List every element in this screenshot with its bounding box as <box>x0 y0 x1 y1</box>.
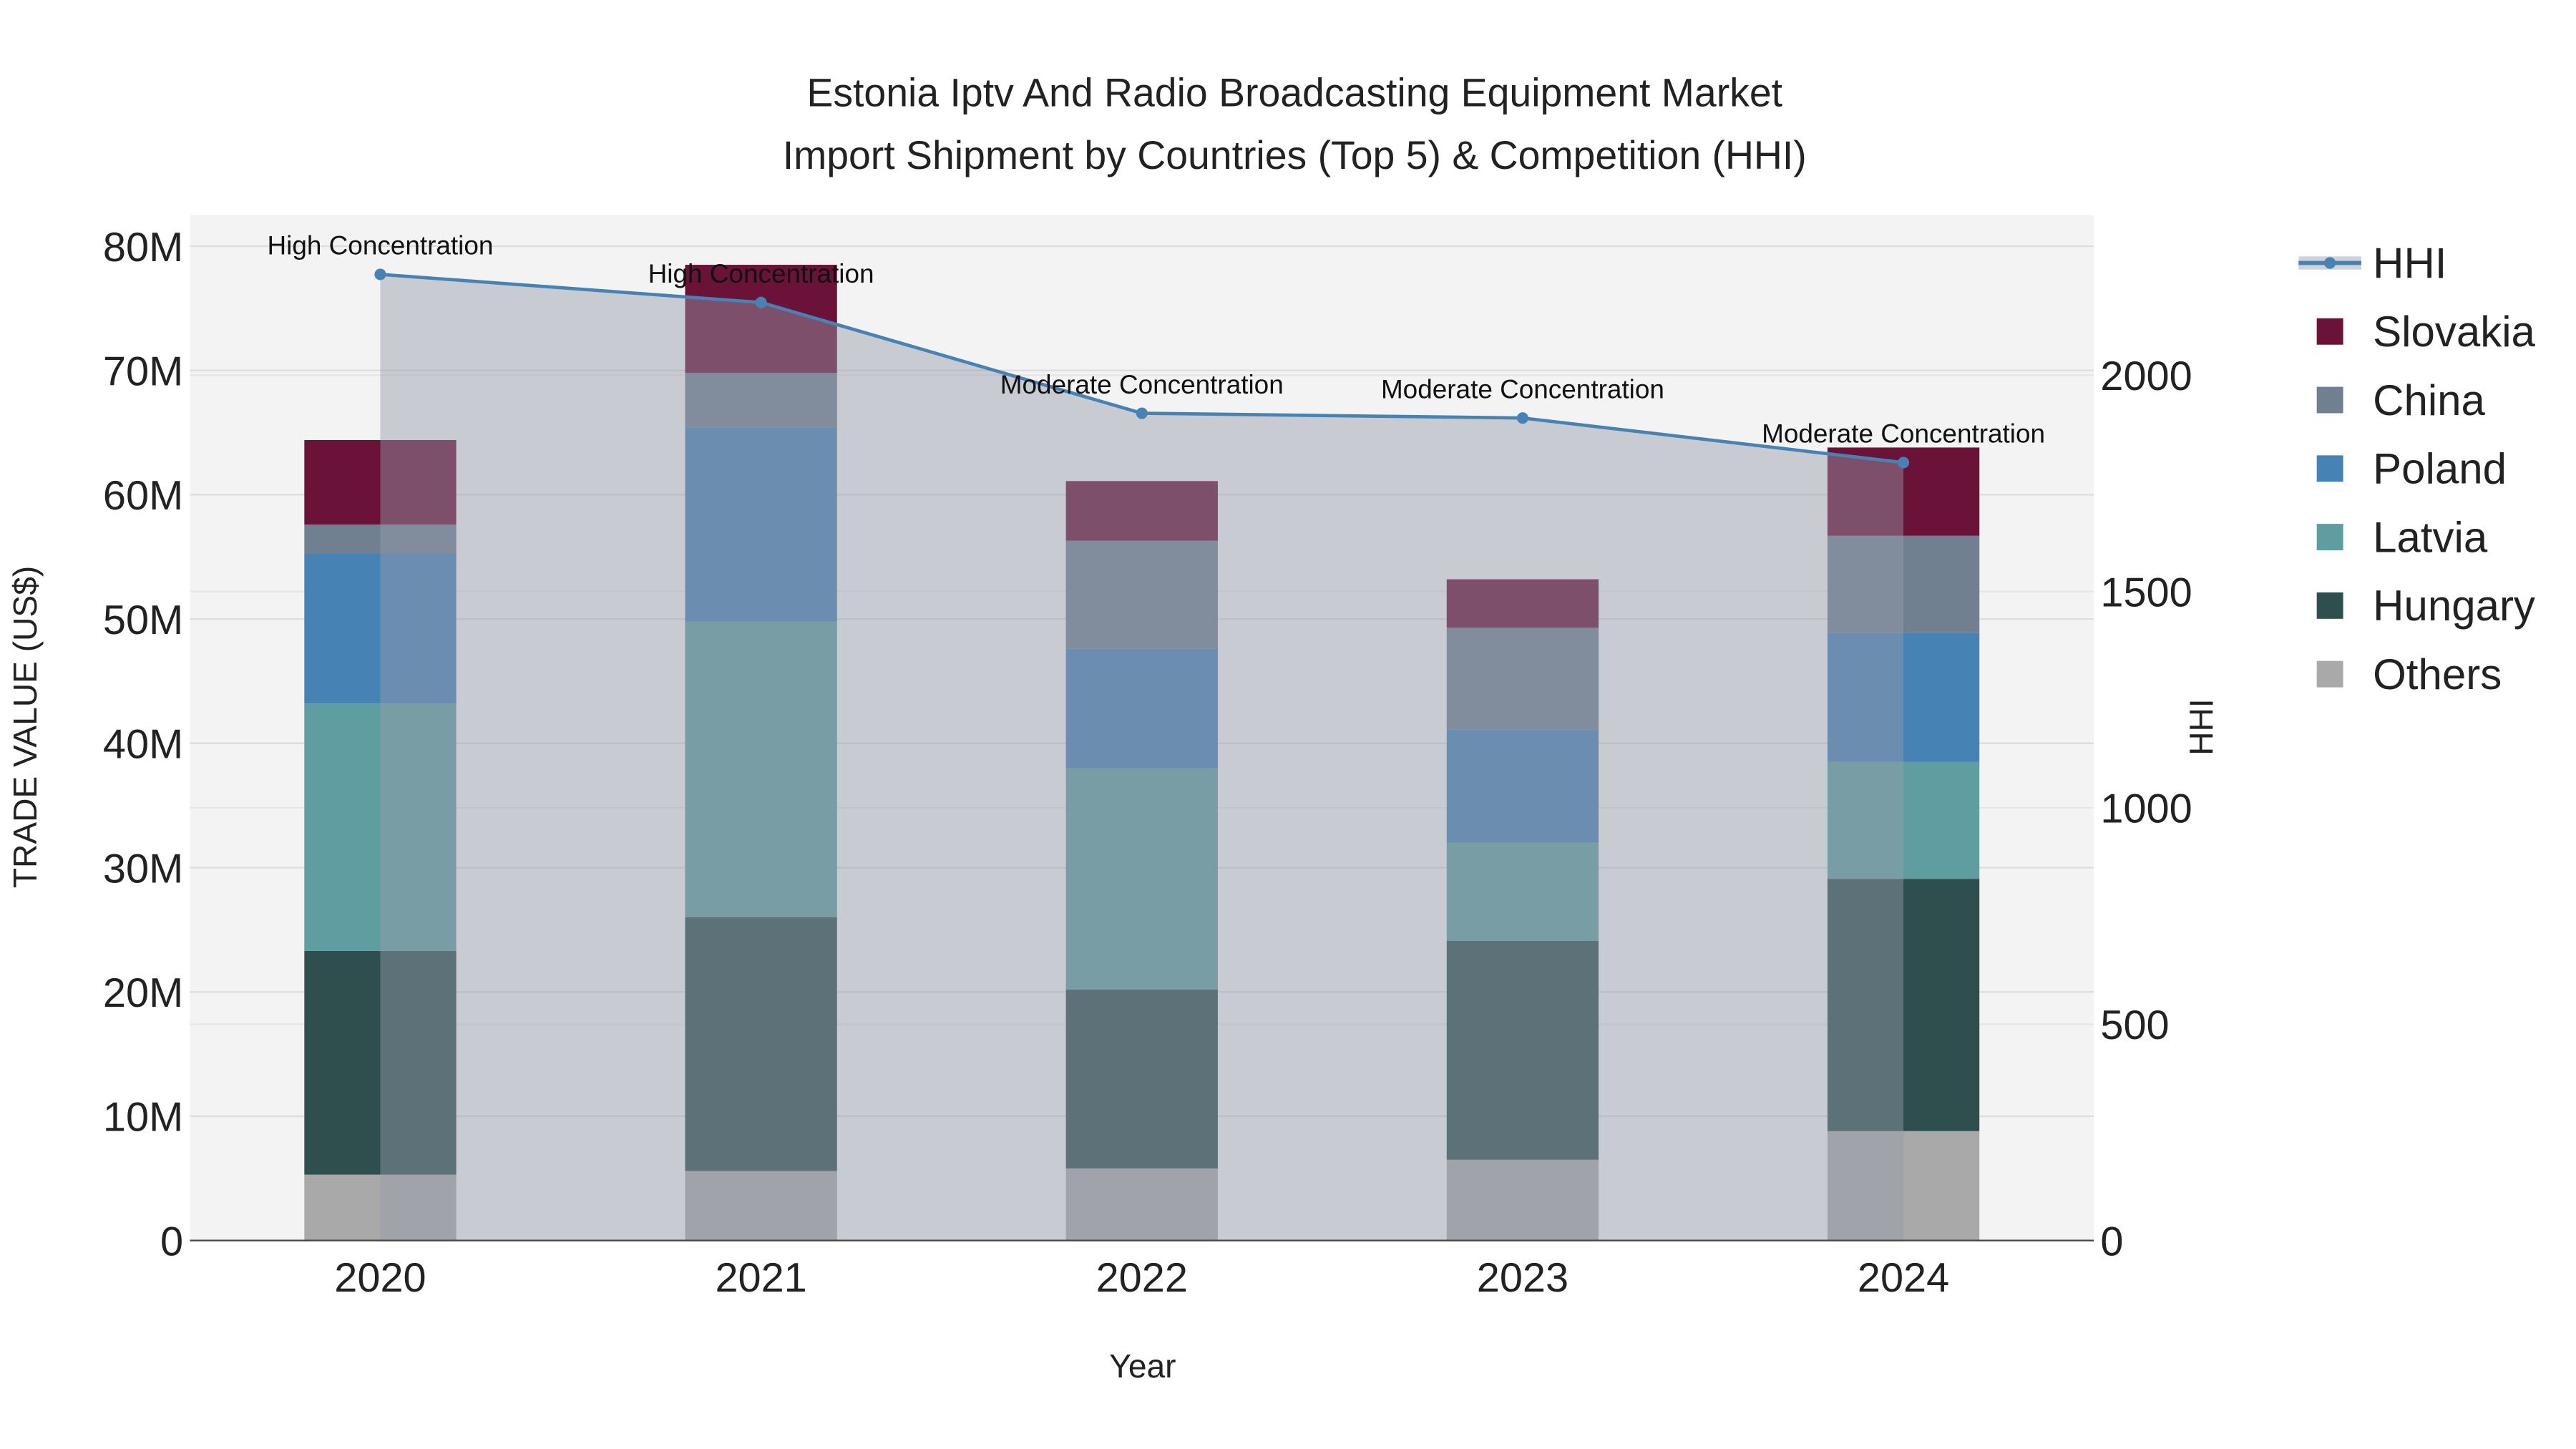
hhi-annotation: High Concentration <box>267 231 493 260</box>
legend-swatch-china <box>2316 386 2343 414</box>
y-tick-label: 10M <box>103 1095 183 1141</box>
y-tick-label: 50M <box>103 597 183 643</box>
chart: High Concentration High Concentration Mode… <box>6 70 2536 1385</box>
y-tick-label: 70M <box>103 348 183 394</box>
legend-swatch-slovakia <box>2316 318 2343 345</box>
legend-label-others: Others <box>2373 650 2502 698</box>
y-tick-label: 60M <box>103 473 183 519</box>
legend-label-poland: Poland <box>2373 445 2507 493</box>
hhi-point-2024 <box>1898 457 1910 469</box>
hhi-annotation: Moderate Concentration <box>1000 370 1284 399</box>
legend-swatch-hungary <box>2316 592 2343 619</box>
y2-tick-label: 1000 <box>2100 786 2192 832</box>
legend-label-hungary: Hungary <box>2373 582 2535 630</box>
y2-tick-label: 0 <box>2100 1219 2123 1264</box>
y-tick-label: 20M <box>103 970 183 1016</box>
y-tick-label: 40M <box>103 722 183 768</box>
legend-swatch-latvia <box>2316 524 2343 551</box>
hhi-point-2020 <box>374 268 386 280</box>
x-tick-label: 2024 <box>1858 1255 1949 1301</box>
y-axis-title: TRADE VALUE (US$) <box>6 566 44 888</box>
y2-axis-title: HHI <box>2182 698 2220 755</box>
legend-label-latvia: Latvia <box>2373 513 2488 561</box>
legend-label-slovakia: Slovakia <box>2373 308 2535 356</box>
x-tick-label: 2020 <box>334 1255 426 1301</box>
y-tick-label: 30M <box>103 846 183 892</box>
hhi-annotation: Moderate Concentration <box>1762 419 2045 449</box>
hhi-point-2021 <box>755 296 767 308</box>
y2-tick-label: 500 <box>2100 1002 2169 1048</box>
hhi-point-2023 <box>1516 412 1528 424</box>
legend-label-hhi: HHI <box>2373 239 2446 287</box>
legend-swatch-others <box>2316 660 2343 688</box>
x-axis-title: Year <box>1109 1347 1176 1385</box>
hhi-point-2022 <box>1136 407 1148 419</box>
legend-hhi-marker <box>2324 257 2336 269</box>
y2-tick-label: 2000 <box>2100 353 2192 399</box>
x-tick-label: 2022 <box>1096 1255 1188 1301</box>
chart-title-line-2: Import Shipment by Countries (Top 5) & C… <box>783 133 1807 177</box>
hhi-annotation: High Concentration <box>648 259 874 288</box>
legend: HHI Slovakia China Poland Latvia Hungary Other… <box>2298 239 2536 698</box>
y-tick-label: 80M <box>103 225 183 270</box>
chart-title-line-1: Estonia Iptv And Radio Broadcasting Equi… <box>806 70 1782 114</box>
x-tick-label: 2021 <box>715 1255 806 1301</box>
legend-swatch-poland <box>2316 455 2343 482</box>
y-tick-label: 0 <box>160 1219 183 1264</box>
hhi-annotation: Moderate Concentration <box>1381 374 1664 404</box>
x-tick-label: 2023 <box>1477 1255 1568 1301</box>
y2-tick-label: 1500 <box>2100 570 2192 615</box>
legend-label-china: China <box>2373 376 2485 424</box>
